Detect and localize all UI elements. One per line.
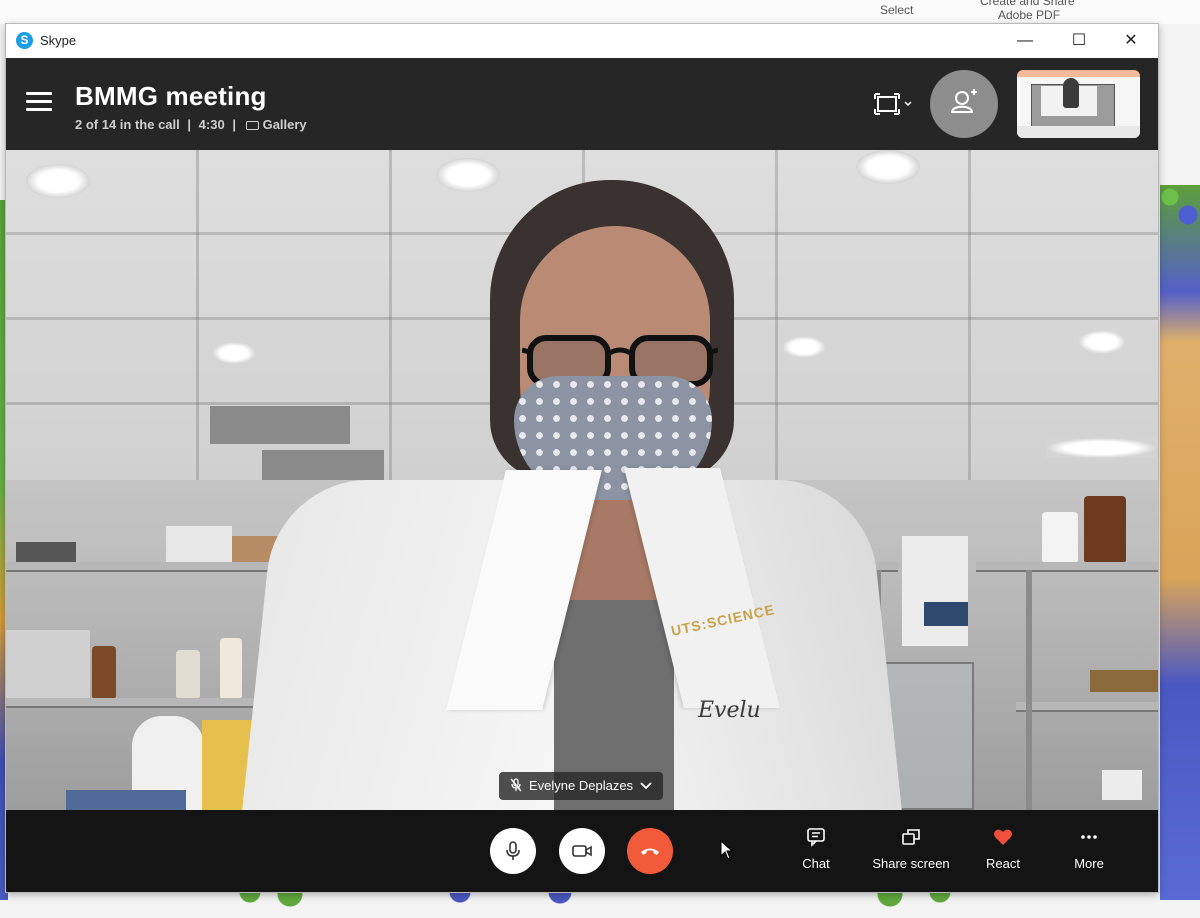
minimize-button[interactable]: — (1002, 28, 1048, 54)
ceiling-vent (210, 406, 350, 444)
lab-tray (66, 790, 186, 810)
lab-shelf (1016, 702, 1158, 712)
ceiling-light (1078, 330, 1126, 354)
microphone-icon (506, 841, 520, 860)
background-molecule-right (1160, 185, 1200, 900)
ceiling-light (26, 164, 90, 198)
expand-layout-icon (874, 93, 912, 115)
lab-box (1102, 770, 1142, 800)
lab-bottle (176, 650, 200, 698)
more-label: More (1074, 856, 1104, 871)
lab-bottle (1084, 496, 1126, 562)
ceiling-vent (262, 450, 384, 480)
add-people-button[interactable] (930, 70, 998, 138)
coat-name-tag: Evelu (698, 698, 761, 723)
background-ribbon: Select Create and Share Adobe PDF (0, 0, 1200, 24)
microphone-button[interactable] (490, 828, 536, 874)
call-duration: 4:30 (198, 117, 225, 132)
chevron-down-icon (640, 782, 652, 790)
ellipsis-icon (1081, 835, 1097, 839)
chat-icon (807, 828, 825, 847)
ribbon-adobe-pdf[interactable]: Adobe PDF (998, 8, 1060, 22)
layout-button[interactable] (872, 91, 916, 117)
participant-name-chip[interactable]: Evelyne Deplazes (499, 772, 664, 800)
preview-desk (1017, 126, 1140, 138)
preview-person (1063, 78, 1079, 108)
heart-icon (994, 829, 1012, 845)
maximize-button[interactable]: ☐ (1056, 28, 1102, 54)
meeting-title: BMMG meeting (75, 81, 267, 111)
ceiling-light (1046, 438, 1156, 458)
lab-bottle (1042, 512, 1078, 562)
separator: | (187, 117, 192, 132)
lab-box (16, 542, 76, 562)
ribbon-create-share[interactable]: Create and Share (980, 0, 1075, 8)
share-screen-icon (902, 829, 920, 845)
lab-box (6, 630, 90, 698)
window-title: Skype (40, 33, 77, 48)
close-button[interactable]: ✕ (1108, 28, 1154, 54)
lab-bottle (220, 638, 242, 698)
skype-logo-icon: S (16, 32, 33, 49)
self-view-preview[interactable] (1017, 70, 1140, 138)
lab-box (166, 526, 232, 562)
react-button[interactable]: React (978, 820, 1028, 886)
lab-bottle (92, 646, 116, 698)
mic-muted-icon (510, 778, 522, 792)
ceiling-light (856, 150, 920, 184)
screen: Select Create and Share Adobe PDF S Skyp… (0, 0, 1200, 918)
chat-button[interactable]: Chat (794, 820, 838, 886)
chat-label: Chat (802, 856, 830, 871)
gallery-view-toggle[interactable]: Gallery (244, 117, 307, 132)
ceiling-light (212, 342, 256, 364)
lab-instrument (902, 536, 968, 646)
participant-count: 2 of 14 in the call (75, 117, 180, 132)
phone-hangup-icon (641, 848, 659, 855)
view-mode-label: Gallery (262, 117, 307, 132)
shelf-post (1026, 570, 1032, 810)
instrument-display (924, 602, 968, 626)
gallery-icon (245, 121, 259, 130)
video-button[interactable] (559, 828, 605, 874)
participant-name: Evelyne Deplazes (529, 778, 634, 793)
more-button[interactable]: More (1066, 820, 1112, 886)
ceiling-light (782, 336, 826, 358)
mouse-cursor-icon (720, 840, 734, 860)
call-control-bar: Chat Share screen React More (6, 810, 1158, 892)
separator: | (232, 117, 236, 132)
hamburger-icon[interactable] (26, 92, 52, 112)
ceiling-light (436, 158, 500, 192)
lab-box (1090, 670, 1158, 692)
title-bar[interactable]: S Skype — ☐ ✕ (6, 24, 1158, 58)
video-camera-icon (572, 845, 592, 857)
skype-window: S Skype — ☐ ✕ BMMG meeting 2 of 14 in th… (6, 24, 1158, 892)
call-header: BMMG meeting 2 of 14 in the call | 4:30 … (6, 58, 1158, 150)
main-video-feed: UTS:SCIENCE Evelu Evelyne Deplazes (6, 150, 1158, 810)
share-screen-label: Share screen (872, 856, 950, 871)
share-screen-button[interactable]: Share screen (866, 820, 956, 886)
ribbon-select[interactable]: Select (880, 3, 913, 17)
end-call-button[interactable] (627, 828, 673, 874)
lab-shelf (976, 562, 1158, 572)
react-label: React (986, 856, 1020, 871)
add-person-icon (950, 89, 977, 113)
call-status: 2 of 14 in the call | 4:30 | Gallery (75, 117, 307, 132)
